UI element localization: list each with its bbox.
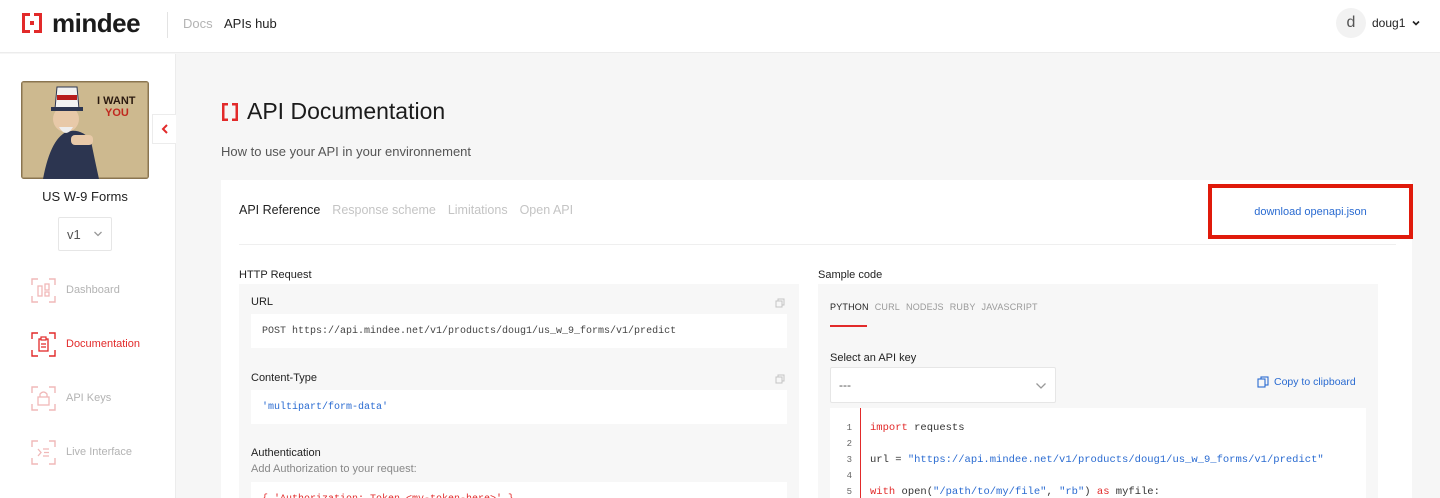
code-keyword: import [870, 422, 908, 434]
tab-limitations[interactable]: Limitations [448, 203, 508, 217]
sidebar-item-label: API Keys [66, 392, 112, 404]
chevron-down-icon [94, 231, 102, 237]
api-key-value: --- [839, 378, 851, 392]
tab-api-reference[interactable]: API Reference [239, 203, 320, 217]
tab-python[interactable]: PYTHON [830, 302, 869, 312]
lock-icon [31, 385, 56, 411]
copy-icon[interactable] [775, 298, 785, 308]
code-line: 4 [830, 468, 1366, 484]
code-line: 3 url = "https://api.mindee.net/v1/produ… [830, 452, 1366, 468]
tab-javascript[interactable]: JAVASCRIPT [982, 302, 1038, 312]
code-plain: myfile: [1109, 486, 1160, 498]
code-plain: url = [870, 454, 908, 466]
top-bar: mindee Docs APIs hub d doug1 [0, 0, 1440, 53]
tab-open-api[interactable]: Open API [520, 203, 574, 217]
docs-tabs: API Reference Response scheme Limitation… [239, 203, 585, 217]
api-docs-card: API Reference Response scheme Limitation… [221, 180, 1413, 498]
line-number: 5 [846, 487, 852, 497]
sidebar-item-live-interface[interactable]: Live Interface [31, 439, 171, 465]
nav-apis-hub-link[interactable]: APIs hub [224, 16, 277, 31]
http-request-panel: URL POST https://api.mindee.net/v1/produ… [239, 284, 799, 498]
page-title: API Documentation [221, 98, 445, 125]
bracket-icon [222, 102, 238, 121]
page-title-text: API Documentation [247, 98, 446, 124]
authentication-value: { 'Authorization: Token <my-token-here>'… [251, 482, 787, 498]
version-value: v1 [67, 226, 81, 242]
sample-code-title: Sample code [818, 269, 883, 281]
collapse-sidebar-button[interactable] [152, 114, 176, 144]
nav-docs-link[interactable]: Docs [183, 16, 213, 31]
copy-to-clipboard-label: Copy to clipboard [1274, 376, 1356, 388]
sidebar-item-label: Live Interface [66, 446, 133, 458]
active-tab-underline [830, 325, 867, 327]
copy-to-clipboard-button[interactable]: Copy to clipboard [1257, 376, 1356, 388]
code-keyword: with [870, 486, 896, 498]
code-plain: , [1046, 486, 1060, 498]
version-select[interactable]: v1 [58, 217, 112, 251]
code-plain: requests [907, 422, 965, 434]
live-interface-icon [31, 439, 56, 465]
tab-curl[interactable]: CURL [875, 302, 900, 312]
code-text: url = "https://api.mindee.net/v1/product… [870, 454, 1324, 466]
api-key-select[interactable]: --- [830, 367, 1056, 403]
documentation-icon [31, 331, 56, 357]
mindee-logo[interactable]: mindee [20, 8, 141, 38]
brand-name: mindee [52, 8, 141, 38]
chevron-left-icon [161, 124, 168, 134]
code-string: "https://api.mindee.net/v1/products/doug… [907, 454, 1324, 466]
dashboard-icon [31, 277, 56, 303]
api-key-label: Select an API key [830, 352, 917, 364]
chevron-down-icon [1036, 383, 1046, 389]
sidebar-item-dashboard[interactable]: Dashboard [31, 277, 171, 303]
avatar: d [1336, 8, 1366, 38]
sidebar-item-documentation[interactable]: Documentation [31, 331, 171, 357]
chevron-down-icon [1412, 20, 1420, 26]
content-type-value: 'multipart/form-data' [251, 390, 787, 424]
download-openapi-link[interactable]: download openapi.json [1254, 206, 1367, 218]
copy-icon[interactable] [775, 374, 785, 384]
code-line: 1 import requests [830, 420, 1366, 436]
code-text: import requests [870, 422, 965, 434]
code-plain: ) [1084, 486, 1097, 498]
line-number: 4 [846, 471, 852, 481]
sidebar-item-api-keys[interactable]: API Keys [31, 385, 171, 411]
document-name: US W-9 Forms [42, 189, 128, 204]
code-keyword: as [1096, 486, 1110, 498]
tabs-divider [239, 244, 1396, 245]
code-line: 5 with open("/path/to/my/file", "rb") as… [830, 484, 1366, 498]
url-value: POST https://api.mindee.net/v1/products/… [251, 314, 787, 348]
code-line: 2 [830, 436, 1366, 452]
url-label: URL [251, 296, 274, 308]
tab-response-scheme[interactable]: Response scheme [332, 203, 436, 217]
poster-text-line1: I WANT [97, 95, 136, 107]
sidebar-item-label: Dashboard [66, 284, 120, 296]
clipboard-icon [1257, 376, 1269, 388]
line-number: 2 [846, 439, 852, 449]
mindee-logo-icon [22, 13, 42, 33]
code-string: "rb" [1059, 486, 1085, 498]
content-type-label: Content-Type [251, 372, 318, 384]
authentication-hint: Add Authorization to your request: [251, 463, 417, 475]
poster-text-line2: YOU [105, 107, 129, 119]
language-tabs: PYTHON CURL NODEJS RUBY JAVASCRIPT [830, 302, 1044, 312]
code-string: "/path/to/my/file" [933, 486, 1047, 498]
user-menu[interactable]: d doug1 [1336, 8, 1421, 38]
code-block: 1 import requests 2 3 url = "https://api… [830, 408, 1366, 498]
tab-nodejs[interactable]: NODEJS [906, 302, 944, 312]
authentication-label: Authentication [251, 447, 321, 459]
code-text: with open("/path/to/my/file", "rb") as m… [870, 486, 1160, 498]
download-highlight-box: download openapi.json [1208, 184, 1413, 239]
http-request-title: HTTP Request [239, 269, 312, 281]
page-subtitle: How to use your API in your environnemen… [221, 144, 472, 159]
line-number: 3 [846, 455, 852, 465]
sample-code-panel: PYTHON CURL NODEJS RUBY JAVASCRIPT Selec… [818, 284, 1378, 498]
code-plain: open( [895, 486, 934, 498]
document-thumbnail: I WANT YOU [21, 81, 149, 179]
sidebar: I WANT YOU US W-9 Forms v1 Dashboard Doc… [0, 54, 176, 498]
header-divider [167, 12, 168, 38]
sidebar-item-label: Documentation [66, 338, 140, 350]
tab-ruby[interactable]: RUBY [950, 302, 976, 312]
username: doug1 [1372, 16, 1406, 30]
line-number: 1 [846, 423, 852, 433]
